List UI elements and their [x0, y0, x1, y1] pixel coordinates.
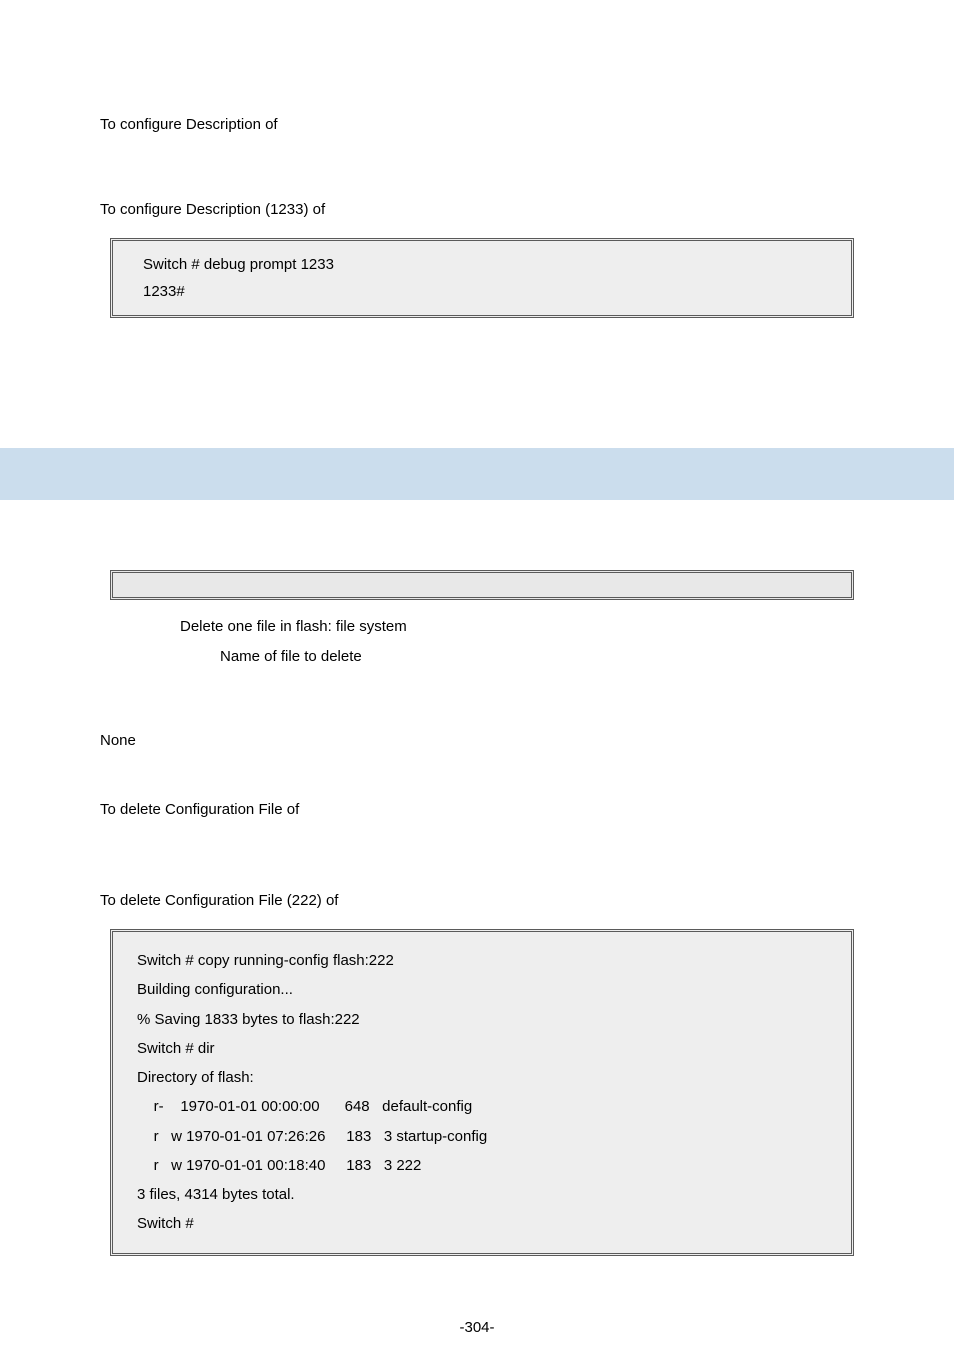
syntax-box — [110, 570, 854, 600]
section-band — [0, 448, 954, 500]
code-line: r- 1970-01-01 00:00:00 648 default-confi… — [137, 1092, 827, 1121]
code-line: r w 1970-01-01 07:26:26 183 3 startup-co… — [137, 1122, 827, 1151]
page-number: -304- — [0, 1319, 954, 1336]
description-block: Delete one file in flash: file system Na… — [0, 612, 954, 672]
code-block: Switch # debug prompt 1233 1233# — [110, 238, 854, 318]
description-subterm: Name of file to delete — [220, 648, 362, 665]
code-line: Switch # dir — [137, 1034, 827, 1063]
code-line: r w 1970-01-01 00:18:40 183 3 222 — [137, 1151, 827, 1180]
code-line: Switch # copy running-config flash:222 — [137, 946, 827, 975]
code-line: Switch # — [137, 1209, 827, 1238]
paragraph: To configure Description of — [100, 114, 854, 135]
default-value: None — [100, 730, 854, 751]
code-line: Directory of flash: — [137, 1063, 827, 1092]
paragraph: To delete Configuration File (222) of — [100, 890, 854, 911]
code-line: 3 files, 4314 bytes total. — [137, 1180, 827, 1209]
paragraph: To delete Configuration File of — [100, 799, 854, 820]
code-line: % Saving 1833 bytes to flash:222 — [137, 1005, 827, 1034]
paragraph: To configure Description (1233) of — [100, 199, 854, 220]
code-line: Switch # debug prompt 1233 — [143, 251, 821, 278]
description-term: Delete one file in flash: file system — [180, 618, 407, 635]
code-block: Switch # copy running-config flash:222 B… — [110, 929, 854, 1256]
code-line: 1233# — [143, 278, 821, 305]
code-line: Building configuration... — [137, 975, 827, 1004]
